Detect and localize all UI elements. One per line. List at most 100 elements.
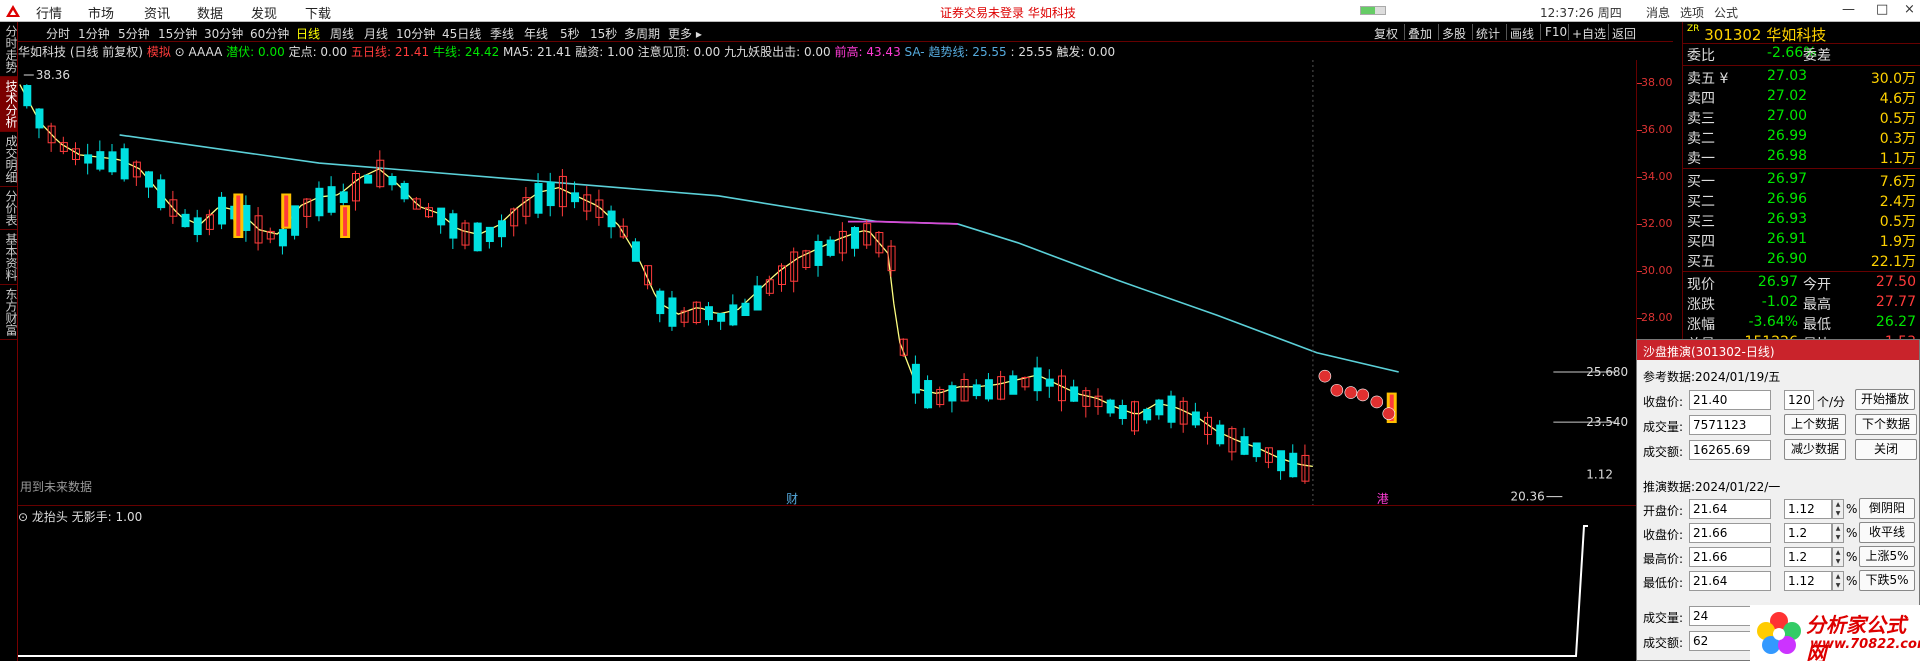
candle-body [571,192,580,203]
pct-sign: % [1846,550,1858,564]
sim-action-button[interactable]: 收平线 [1859,522,1915,543]
menu-data[interactable]: 数据 [197,3,223,22]
period-tab-yearly[interactable]: 年线 [524,25,548,42]
tool-statistics[interactable]: 统计 [1476,25,1500,42]
ref-close-field[interactable] [1689,390,1771,410]
sim-price-field[interactable] [1689,547,1771,567]
sim-price-field[interactable] [1689,499,1771,519]
stat-value: -1.02 [1761,294,1798,310]
bid-row[interactable]: 买二 26.96 2.4万 [1683,190,1920,210]
sim-action-button[interactable]: 上涨5% [1859,546,1915,567]
candle-body [704,306,713,321]
tool-back[interactable]: 返回 [1612,25,1636,42]
sim-pct-field[interactable] [1784,499,1832,519]
ref-amt-field[interactable] [1689,440,1771,460]
candle-body [120,148,129,180]
menu-messages[interactable]: 消息 [1646,4,1670,21]
menu-market[interactable]: 市场 [88,3,114,22]
ask-row[interactable]: 卖四 27.02 4.6万 [1683,87,1920,107]
maximize-button[interactable]: □ [1876,2,1888,17]
side-tab-eastmoney[interactable]: 东方财富 [0,285,18,340]
side-tab-timeshare[interactable]: 分时走势 [0,22,18,77]
period-tab-10min[interactable]: 10分钟 [396,25,435,42]
spin-arrows-icon[interactable]: ▲ ▼ [1832,547,1844,567]
ask-row[interactable]: 卖三 27.00 0.5万 [1683,107,1920,127]
candle-body [181,213,190,228]
bid-row[interactable]: 买一 26.97 7.6万 [1683,170,1920,190]
tool-overlay[interactable]: 叠加 [1408,25,1432,42]
period-tab-more[interactable]: 更多 ▸ [668,25,702,42]
sim-action-button[interactable]: 倒阴阳 [1859,498,1915,519]
watermark-url: www.70822.com [1810,637,1920,652]
tool-adjust[interactable]: 复权 [1374,25,1398,42]
spin-arrows-icon[interactable]: ▲ ▼ [1832,571,1844,591]
sim-pct-field[interactable] [1784,547,1832,567]
side-tab-price-table[interactable]: 分价表 [0,187,18,230]
period-tab-1min[interactable]: 1分钟 [78,25,110,42]
minimize-button[interactable]: — [1842,2,1855,17]
ask-row[interactable]: 卖二 26.99 0.3万 [1683,127,1920,147]
spin-arrows-icon[interactable]: ▲ ▼ [1832,499,1844,519]
menu-news[interactable]: 资讯 [144,3,170,22]
sub-indicator-chart[interactable] [18,506,1636,661]
ref-vol-field[interactable] [1689,415,1771,435]
tool-add-watchlist[interactable]: +自选 [1572,25,1606,42]
period-tab-30min[interactable]: 30分钟 [204,25,243,42]
period-tab-45day[interactable]: 45日线 [442,25,481,42]
period-tab-weekly[interactable]: 周线 [330,25,354,42]
sim-price-field[interactable] [1689,523,1771,543]
reference-data-label: 参考数据:2024/01/19/五 [1643,370,1781,384]
close-button[interactable]: × [1904,2,1915,17]
sim-price-field[interactable] [1689,571,1771,591]
tool-multi-stock[interactable]: 多股 [1442,25,1466,42]
period-tab-multi[interactable]: 多周期 [624,25,660,42]
ask-row[interactable]: 卖一 26.98 1.1万 [1683,147,1920,167]
candle-body [948,385,957,402]
period-tab-15sec[interactable]: 15秒 [590,25,617,42]
next-data-button[interactable]: 下个数据 [1855,414,1917,435]
speed-field[interactable] [1784,390,1814,410]
bid-row[interactable]: 买四 26.91 1.9万 [1683,230,1920,250]
period-tab-60min[interactable]: 60分钟 [250,25,289,42]
ask-row[interactable]: 卖五 ¥ 27.03 30.0万 [1683,67,1920,87]
dialog-close-button[interactable]: 关闭 [1855,439,1917,460]
ask-price: 26.98 [1767,148,1808,164]
spin-arrows-icon[interactable]: ▲ ▼ [1832,523,1844,543]
period-tab-quarterly[interactable]: 季线 [490,25,514,42]
sim-pct-field[interactable] [1784,571,1832,591]
ask-price: 27.03 [1767,68,1808,84]
indicator-item: 触发: 0.00 [1052,45,1116,59]
indicator-item: 牛线: 24.42 [429,45,500,59]
menu-options[interactable]: 选项 [1680,4,1704,21]
sim-action-button[interactable]: 下跌5% [1859,570,1915,591]
bid-row[interactable]: 买三 26.93 0.5万 [1683,210,1920,230]
tool-f10[interactable]: F10 [1545,25,1567,39]
side-tab-profile[interactable]: 基本资料 [0,230,18,285]
period-tab-5sec[interactable]: 5秒 [560,25,580,42]
bid-row[interactable]: 买五 26.90 22.1万 [1683,250,1920,270]
candlestick-chart[interactable]: 25.680 23.540 1.12 38.36 20.36 财 港 [18,60,1636,506]
login-status-message[interactable]: 证券交易未登录 华如科技 [940,4,1076,21]
side-tab-trade-detail[interactable]: 成交明细 [0,132,18,187]
period-tab-daily[interactable]: 日线 [296,25,320,42]
prev-data-button[interactable]: 上个数据 [1784,414,1846,435]
period-tab-timeshare[interactable]: 分时 [46,25,70,42]
menu-formula[interactable]: 公式 [1714,4,1738,21]
menu-download[interactable]: 下载 [305,3,331,22]
menu-discover[interactable]: 发现 [251,3,277,22]
side-tab-technical[interactable]: 技术分析 [0,77,18,132]
weibi-label: 委比 [1687,48,1715,64]
start-play-button[interactable]: 开始播放 [1855,389,1915,410]
connection-progress-bar [1360,6,1386,15]
candle-body [729,304,738,326]
period-tab-15min[interactable]: 15分钟 [158,25,197,42]
tool-draw-line[interactable]: 画线 [1510,25,1534,42]
candle-body [1070,386,1079,402]
sim-pct-field[interactable] [1784,523,1832,543]
period-tab-5min[interactable]: 5分钟 [118,25,150,42]
reduce-data-button[interactable]: 减少数据 [1784,439,1846,460]
bid-volume: 22.1万 [1870,254,1916,270]
clock: 12:37:26 周四 [1540,6,1622,20]
menu-market-quotes[interactable]: 行情 [36,3,62,22]
period-tab-monthly[interactable]: 月线 [364,25,388,42]
